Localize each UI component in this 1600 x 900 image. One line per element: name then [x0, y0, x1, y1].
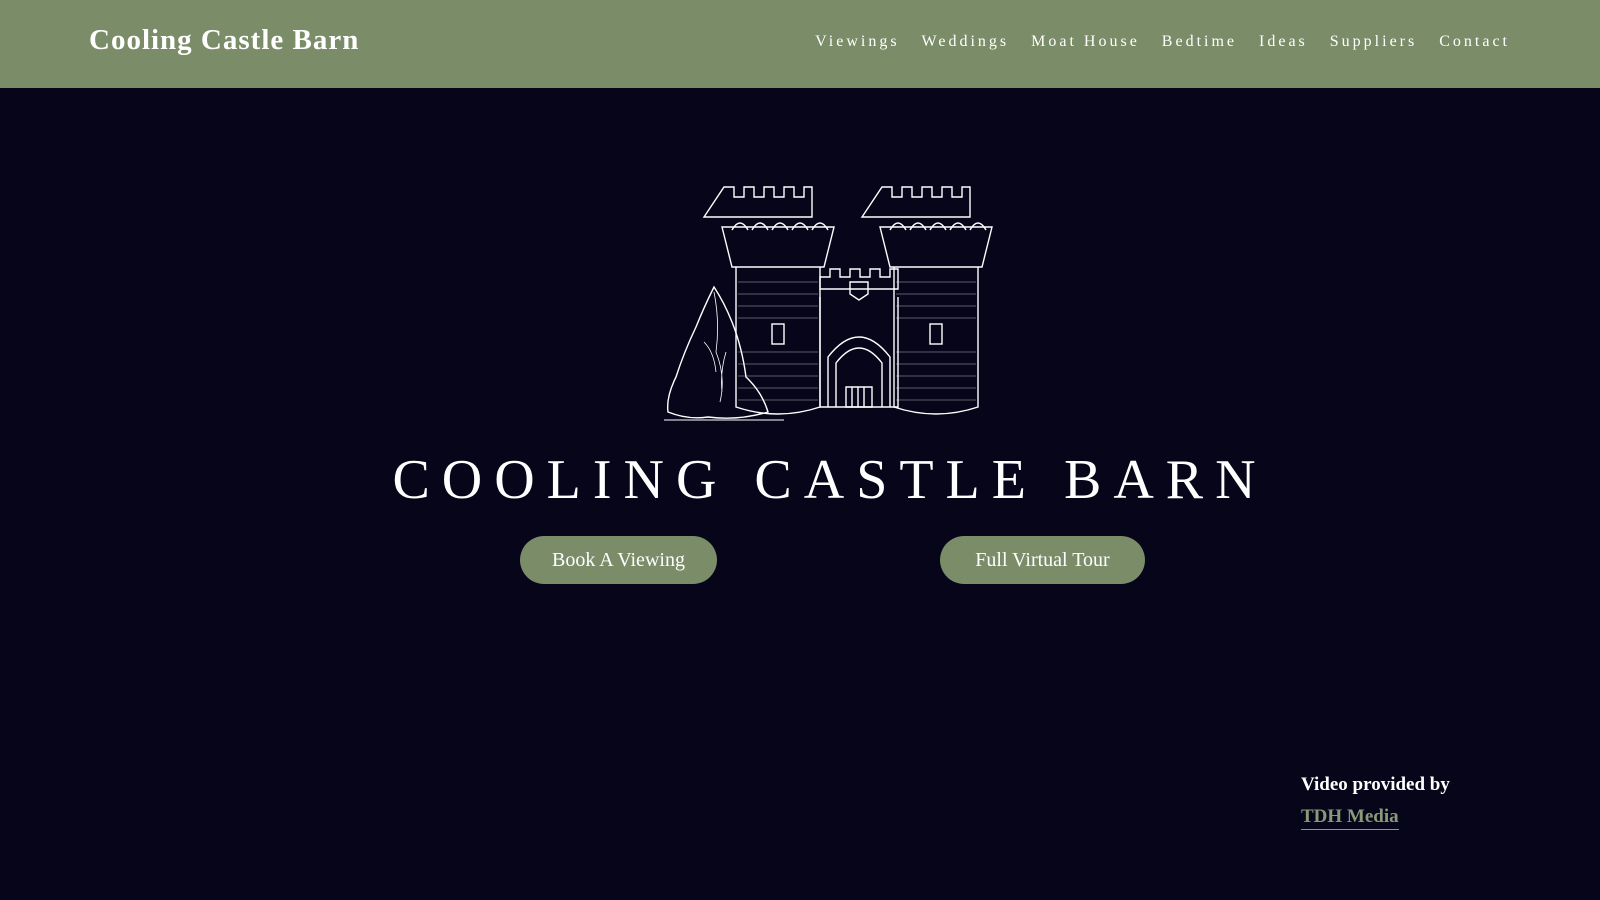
nav-item-bedtime[interactable]: Bedtime: [1162, 33, 1237, 51]
virtual-tour-button[interactable]: Full Virtual Tour: [940, 536, 1145, 584]
nav-item-suppliers[interactable]: Suppliers: [1330, 33, 1417, 51]
hero-title: COOLING CASTLE BARN: [392, 449, 1268, 511]
tdh-media-link[interactable]: TDH Media: [1301, 806, 1399, 830]
nav-item-moat-house[interactable]: Moat House: [1031, 33, 1140, 51]
nav-item-ideas[interactable]: Ideas: [1259, 33, 1308, 51]
book-viewing-button[interactable]: Book A Viewing: [520, 536, 717, 584]
site-header: Cooling Castle Barn Viewings Weddings Mo…: [0, 0, 1600, 88]
video-credit-label: Video provided by: [1301, 774, 1450, 795]
nav-item-contact[interactable]: Contact: [1439, 33, 1510, 51]
main-nav: Viewings Weddings Moat House Bedtime Ide…: [815, 33, 1510, 51]
nav-item-viewings[interactable]: Viewings: [815, 33, 899, 51]
castle-logo-icon: [664, 182, 1004, 432]
site-title-link[interactable]: Cooling Castle Barn: [89, 24, 359, 57]
video-credit: Video provided by TDH Media: [1301, 774, 1450, 830]
nav-item-weddings[interactable]: Weddings: [922, 33, 1010, 51]
